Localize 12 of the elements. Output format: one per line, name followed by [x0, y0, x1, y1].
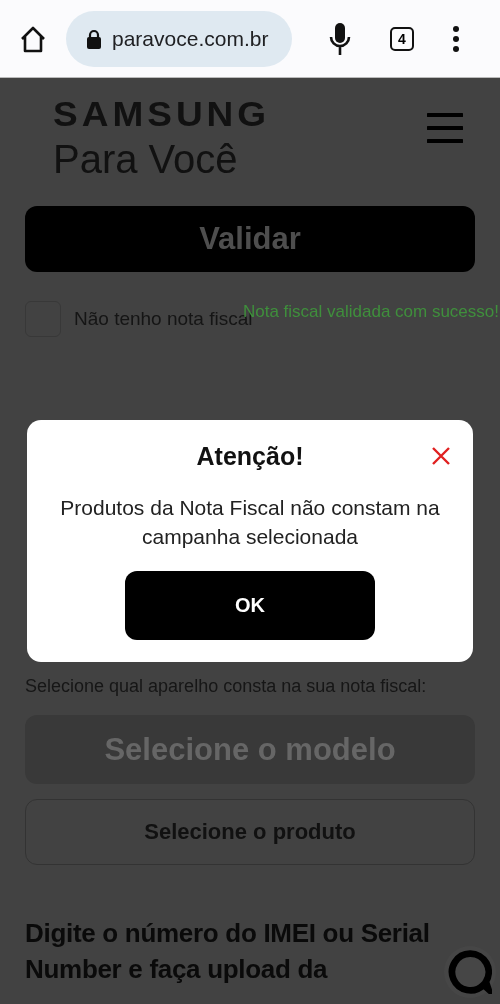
validate-button[interactable]: Validar [25, 206, 475, 272]
lock-icon [86, 28, 102, 49]
more-icon[interactable] [452, 25, 460, 52]
chat-bubble-icon [448, 950, 492, 994]
microphone-icon[interactable] [328, 21, 352, 56]
close-icon[interactable] [431, 446, 451, 466]
tab-count-button[interactable]: 4 [390, 26, 414, 51]
ok-button[interactable]: OK [125, 571, 375, 640]
imei-heading: Digite o número do IMEI ou Serial Number e faça upload da [25, 917, 431, 986]
address-bar[interactable]: paravoce.com.br [66, 10, 292, 67]
dialog-title: Atenção! [196, 442, 304, 471]
dialog-message: Produtos da Nota Fiscal não constam na campanha selecionada [59, 495, 441, 550]
